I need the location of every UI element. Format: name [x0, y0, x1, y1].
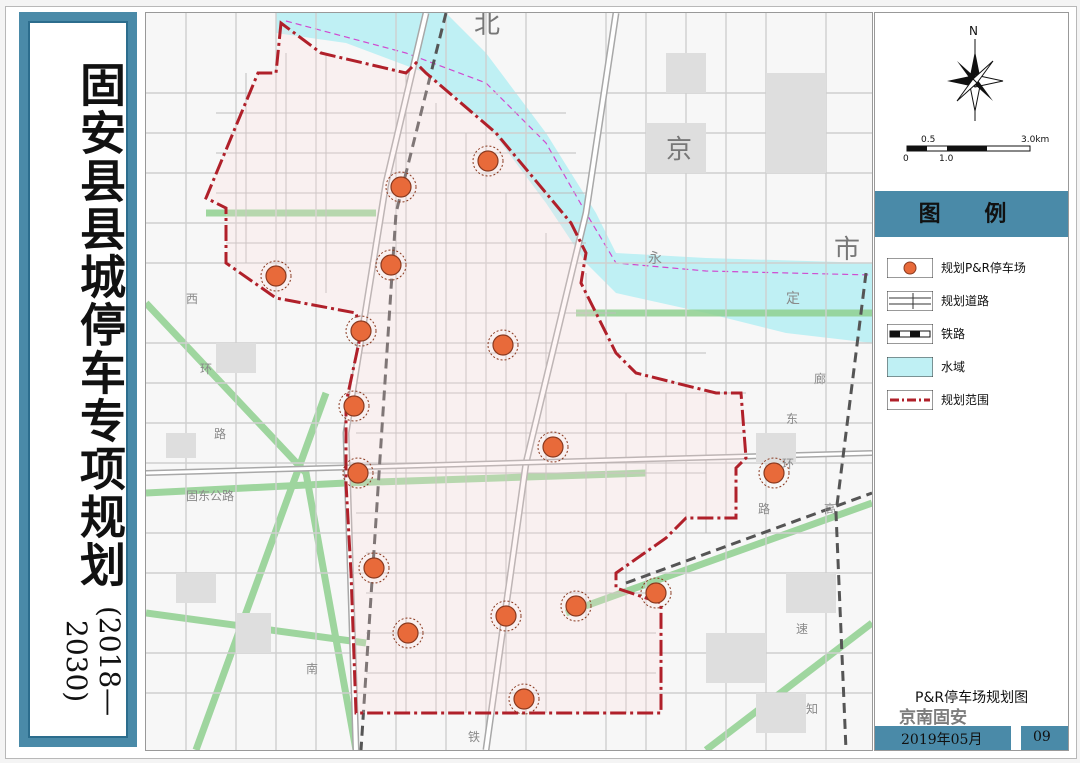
label-tie: 铁 [468, 730, 480, 744]
label-bei: 北 [474, 13, 500, 40]
north-label: N [969, 24, 978, 38]
label-jing: 京 [666, 135, 692, 165]
label-zhi: 知 [806, 702, 818, 716]
label-gudong-road: 固东公路 [186, 488, 234, 503]
map-svg: 北 京 市 永 定 西 环 路 固东公路 南 铁 廊 东 环 路 知 高 速 [146, 13, 872, 750]
map-canvas[interactable]: 北 京 市 永 定 西 环 路 固东公路 南 铁 廊 东 环 路 知 高 速 [145, 12, 873, 751]
label-xi: 西 [186, 292, 198, 306]
railway-icon [887, 324, 933, 344]
legend-label-water: 水域 [941, 360, 966, 374]
label-ding: 定 [786, 291, 800, 307]
scale-label-1-0: 1.0 [939, 154, 954, 164]
planned-road-icon [887, 291, 933, 311]
boundary-line-icon [887, 390, 933, 410]
scale-label-0: 0 [903, 154, 909, 164]
title-box: 固安县县城停车专项规划 (2018—2030) [28, 21, 128, 738]
legend-item-railway: 铁路 [887, 322, 1065, 348]
label-yong: 永 [648, 251, 662, 267]
legend-item-boundary: 规划范围 [887, 388, 1065, 414]
map-date: 2019年05月 [901, 732, 983, 748]
parking-marker-icon [887, 258, 933, 278]
plan-period: (2018—2030) [60, 605, 126, 717]
legend-label-parking: 规划P&R停车场 [941, 261, 1026, 275]
label-su: 速 [796, 622, 808, 636]
label-dong: 东 [786, 412, 798, 426]
scale-label-0-5: 0.5 [921, 135, 935, 145]
legend-label-railway: 铁路 [941, 327, 966, 341]
legend-item-water: 水域 [887, 355, 1065, 381]
label-gao: 高 [824, 501, 836, 516]
footer-divider [1011, 726, 1021, 750]
legend-item-parking: 规划P&R停车场 [887, 256, 1065, 282]
label-lu-2: 路 [758, 501, 770, 516]
label-nan: 南 [306, 661, 318, 676]
label-huan-2: 环 [782, 457, 794, 471]
sheet-number: 09 [1033, 729, 1051, 745]
footer-bar: 2019年05月 09 [875, 726, 1068, 750]
watermark: 京南固安 [899, 708, 967, 728]
legend-item-road: 规划道路 [887, 289, 1065, 315]
label-lang: 廊 [814, 371, 826, 386]
legend-title: 图 例 [875, 191, 1068, 237]
label-shi: 市 [834, 235, 860, 265]
label-huan: 环 [200, 362, 212, 376]
water-icon [887, 357, 933, 377]
north-arrow-icon: N [947, 24, 1004, 121]
label-lu: 路 [214, 426, 226, 441]
scale-bar: 0.5 3.0km 0 1.0 [903, 135, 1049, 164]
legend-label-boundary: 规划范围 [941, 393, 990, 407]
title-panel: 固安县县城停车专项规划 (2018—2030) [19, 12, 137, 747]
legend-label-road: 规划道路 [941, 294, 990, 308]
legend-panel: N 0.5 3.0km 0 1.0 图 例 规划P&R停车场 规划道路 铁路 水… [874, 12, 1069, 751]
scale-label-3-0: 3.0km [1021, 135, 1049, 145]
map-title: 固安县县城停车专项规划 [73, 61, 127, 589]
